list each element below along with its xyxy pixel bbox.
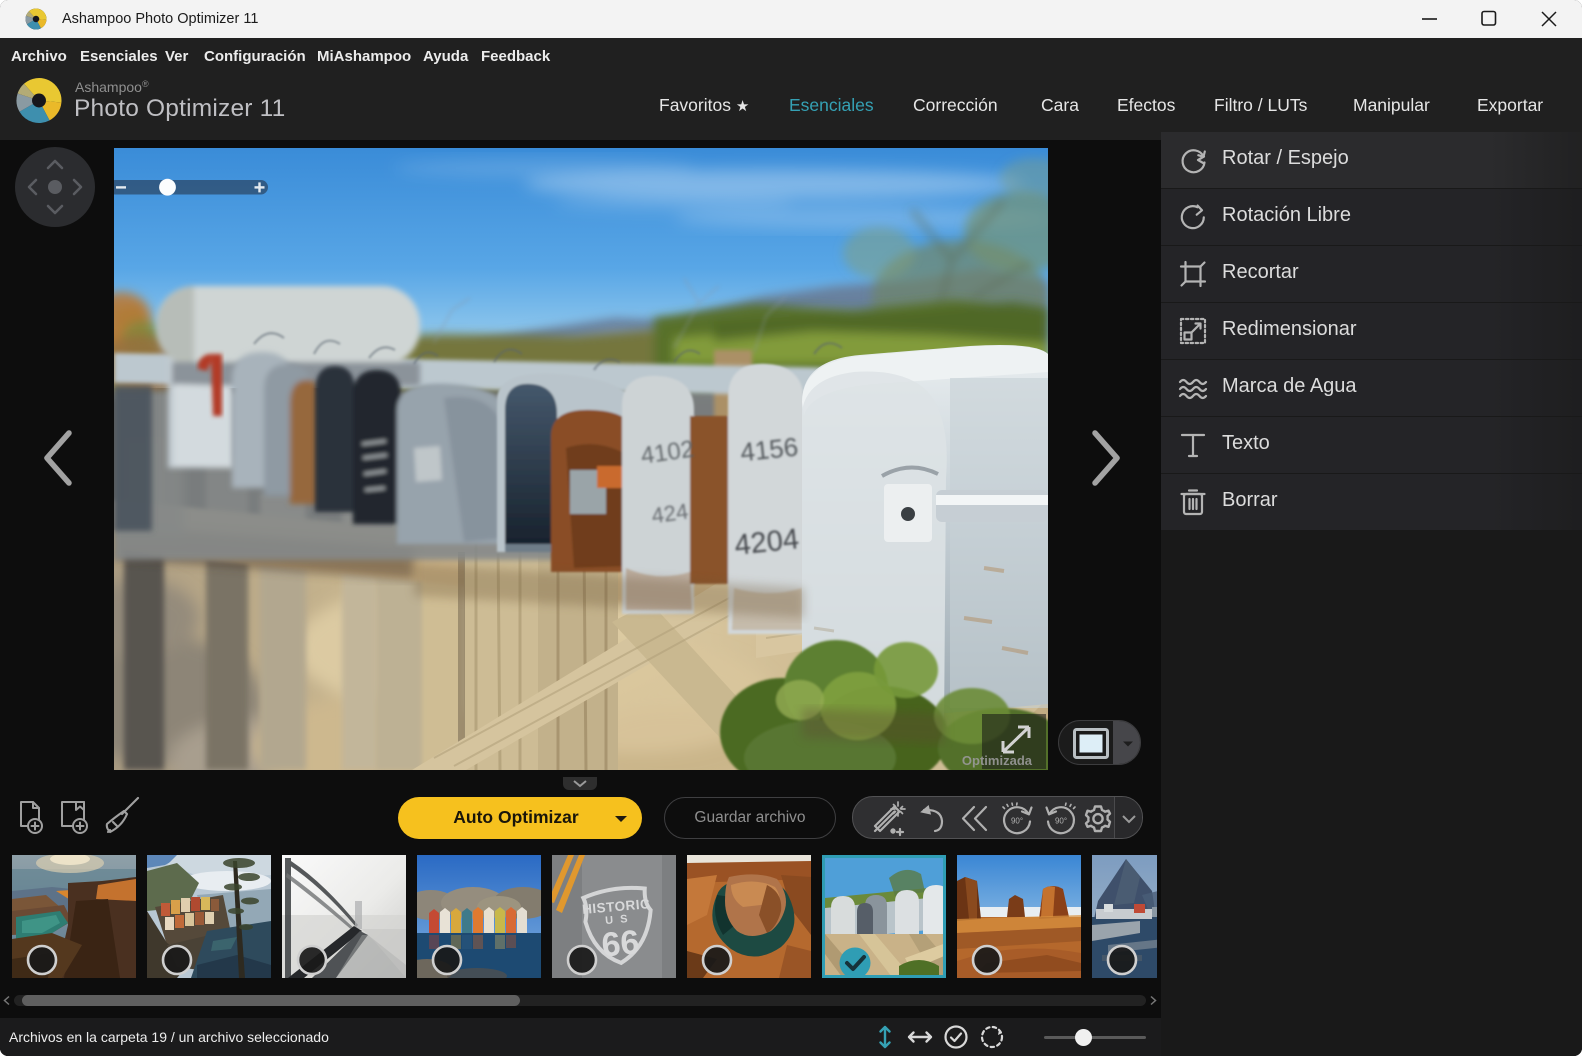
svg-text:90°: 90° — [1055, 817, 1067, 826]
svg-text:90°: 90° — [1011, 817, 1023, 826]
svg-text:Optimizada: Optimizada — [962, 753, 1033, 768]
svg-text:4156: 4156 — [739, 431, 800, 467]
svg-text:66: 66 — [600, 923, 641, 964]
svg-text:4204: 4204 — [733, 523, 801, 562]
svg-text:424: 424 — [650, 498, 690, 528]
